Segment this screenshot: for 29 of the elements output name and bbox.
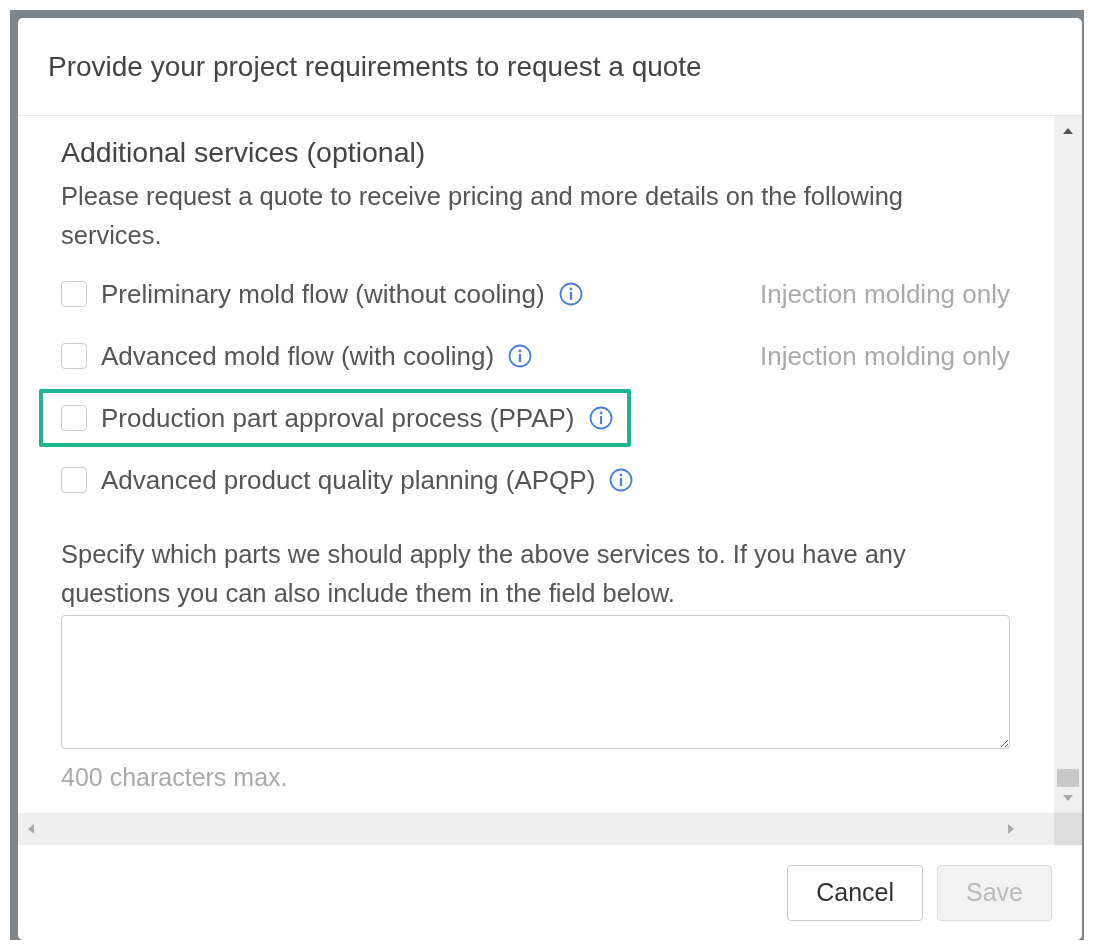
scrollbar-corner [1054, 813, 1082, 845]
checkbox[interactable] [61, 343, 87, 369]
scroll-right-icon[interactable] [1008, 824, 1014, 834]
vertical-scrollbar[interactable] [1054, 116, 1082, 813]
info-icon[interactable] [609, 468, 634, 492]
option-note: Injection molding only [759, 278, 1010, 310]
section-description: Please request a quote to receive pricing and more details on the following services. [61, 181, 904, 251]
character-limit: 400 characters max. [61, 763, 289, 792]
checkbox[interactable] [61, 405, 87, 431]
info-icon[interactable] [508, 344, 533, 368]
info-icon[interactable] [558, 282, 583, 306]
scroll-up-icon[interactable] [1063, 128, 1073, 134]
scroll-left-icon[interactable] [28, 824, 34, 834]
option-note: Injection molding only [759, 340, 1010, 372]
cancel-button[interactable]: Cancel [787, 864, 923, 921]
section-heading: Additional services (optional) [61, 136, 427, 169]
horizontal-scrollbar[interactable] [18, 813, 1054, 845]
scroll-down-icon[interactable] [1063, 795, 1073, 801]
checkbox[interactable] [61, 281, 87, 307]
info-icon[interactable] [588, 406, 613, 430]
checkbox[interactable] [61, 467, 87, 493]
option-label[interactable]: Advanced mold flow (with cooling) [101, 340, 495, 372]
option-label[interactable]: Production part approval process (PPAP) [101, 402, 575, 434]
notes-field[interactable] [61, 615, 1010, 749]
option-label[interactable]: Advanced product quality planning (APQP) [101, 464, 596, 496]
field-instructions: Specify which parts we should apply the above services to. If you have any questions you can also include them in the field below. [61, 539, 907, 609]
option-label[interactable]: Preliminary mold flow (without cooling) [101, 278, 545, 310]
scrollbar-thumb[interactable] [1057, 769, 1079, 787]
dialog-title: Provide your project requirements to request a quote [48, 50, 702, 83]
